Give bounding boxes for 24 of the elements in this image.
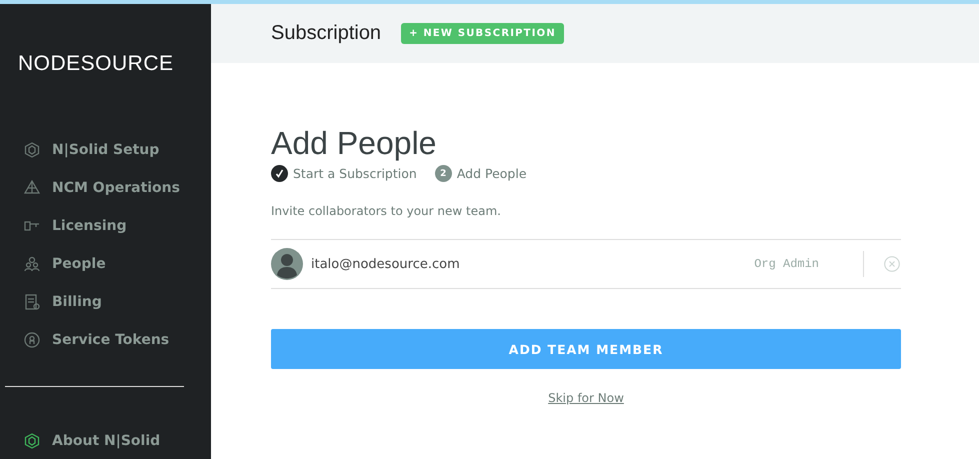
nav-item[interactable]: Billing xyxy=(24,290,102,314)
intro-text: Invite collaborators to your new team. xyxy=(271,204,501,218)
bill-icon xyxy=(24,294,40,310)
pyramid-icon xyxy=(24,180,40,196)
header-title: Subscription xyxy=(271,22,382,45)
step-number: 2 xyxy=(434,165,452,182)
nav-item[interactable]: NCM Operations xyxy=(24,176,180,200)
logo: NODESOURCE xyxy=(17,51,174,76)
people-icon xyxy=(24,256,40,272)
cube-icon xyxy=(24,142,40,158)
nav-item[interactable]: People xyxy=(24,252,106,276)
token-icon xyxy=(24,332,40,348)
step-label: Add People xyxy=(456,166,527,181)
nav-item[interactable]: Service Tokens xyxy=(24,328,170,352)
member-email: italo@nodesource.com xyxy=(311,256,461,272)
cube-icon xyxy=(24,433,40,449)
nav-item[interactable]: About N|Solid xyxy=(24,429,160,453)
page-title: Add People xyxy=(271,125,436,161)
nav-item[interactable]: Licensing xyxy=(24,214,127,238)
skip-link[interactable]: Skip for Now xyxy=(548,391,624,405)
step-label: Start a Subscription xyxy=(293,166,417,181)
remove-icon[interactable] xyxy=(884,256,900,272)
nav-item[interactable]: N|Solid Setup xyxy=(24,138,160,162)
avatar-icon xyxy=(271,248,303,280)
